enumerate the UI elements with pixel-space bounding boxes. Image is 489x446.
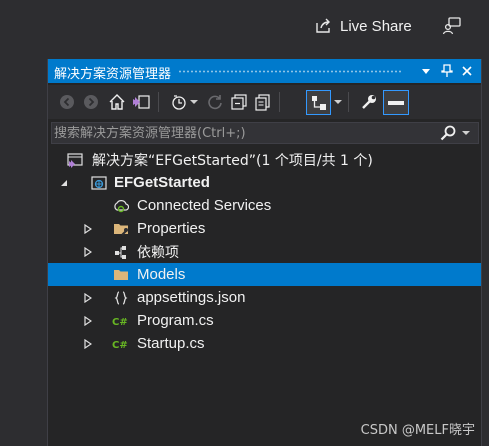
toolbar-separator [158,92,159,112]
collapsed-triangle-icon[interactable] [83,315,93,327]
dependencies-icon [112,243,130,261]
tree-item-program-cs[interactable]: C# Program.cs [48,309,481,332]
back-icon[interactable] [56,91,78,113]
csharp-file-icon: C# [112,312,130,330]
tree-item-label: Properties [137,220,206,237]
tree-item-label: appsettings.json [137,289,246,306]
tree-item-label: 解决方案“EFGetStarted”(1 个项目/共 1 个) [92,152,373,169]
panel-toolbar [48,85,481,119]
live-share-icon [316,18,330,33]
tree-item-solution[interactable]: 解决方案“EFGetStarted”(1 个项目/共 1 个) [48,148,481,171]
show-all-files-icon[interactable] [252,91,274,113]
preview-selected-icon[interactable] [306,90,331,115]
tree-item-startup-cs[interactable]: C# Startup.cs [48,332,481,355]
collapsed-triangle-icon[interactable] [83,223,93,235]
tree-item-models[interactable]: Models [48,263,481,286]
sync-icon[interactable] [204,91,226,113]
connected-services-icon [112,197,130,215]
close-icon[interactable] [458,62,476,80]
tree-item-label: 依赖项 [137,244,179,261]
collapsed-triangle-icon[interactable] [83,246,93,258]
switch-views-icon[interactable] [130,91,152,113]
collapsed-triangle-icon[interactable] [83,338,93,350]
tree-item-connected-services[interactable]: Connected Services [48,194,481,217]
csharp-file-icon: C# [112,335,130,353]
svg-text:C#: C# [112,340,128,351]
folder-icon [112,266,130,284]
panel-title: 解决方案资源管理器 [54,67,172,82]
search-input[interactable] [54,124,434,142]
tree-item-appsettings[interactable]: appsettings.json [48,286,481,309]
properties-folder-icon [112,220,130,238]
feedback-icon[interactable] [442,16,462,36]
collapsed-triangle-icon[interactable] [83,292,93,304]
search-icon[interactable] [440,125,456,141]
dropdown-arrow-icon[interactable] [333,91,343,113]
tree-item-label: Startup.cs [137,335,205,352]
collapse-all-icon[interactable] [228,91,250,113]
web-project-icon [90,174,108,192]
json-file-icon [112,289,130,307]
expanded-triangle-icon[interactable] [59,177,69,189]
watermark: CSDN @MELF晓宇 [360,423,475,438]
tree-item-properties[interactable]: Properties [48,217,481,240]
tree-item-dependencies[interactable]: 依赖项 [48,240,481,263]
toolbar-separator [279,92,280,112]
properties-wrench-icon[interactable] [358,91,380,113]
dropdown-arrow-icon[interactable] [189,91,199,113]
forward-icon[interactable] [80,91,102,113]
dropdown-arrow-icon[interactable] [417,62,435,80]
pending-changes-filter-icon[interactable] [168,91,190,113]
svg-text:C#: C# [112,317,128,328]
solution-icon [66,151,84,169]
tree-item-label: Connected Services [137,197,272,214]
tree-item-label: Models [137,266,186,283]
toolbar-separator [348,92,349,112]
titlebar-grip [178,70,401,73]
minus-icon[interactable] [383,90,409,115]
tree-item-project[interactable]: EFGetStarted [48,171,481,194]
tree-item-label: Program.cs [137,312,214,329]
home-icon[interactable] [106,91,128,113]
tree-item-label: EFGetStarted [114,174,210,191]
top-strip: Live Share [0,0,489,52]
solution-explorer-panel: 解决方案资源管理器 搜索解决方案资源管理器(Ctrl+;) 解决方案“EFGet… [47,59,482,446]
panel-titlebar[interactable]: 解决方案资源管理器 [48,59,481,83]
pin-icon[interactable] [438,62,456,80]
search-box[interactable] [51,122,479,144]
live-share-button[interactable]: Live Share [314,14,412,38]
live-share-label: Live Share [340,17,412,35]
search-options-dropdown-icon[interactable] [462,125,472,141]
